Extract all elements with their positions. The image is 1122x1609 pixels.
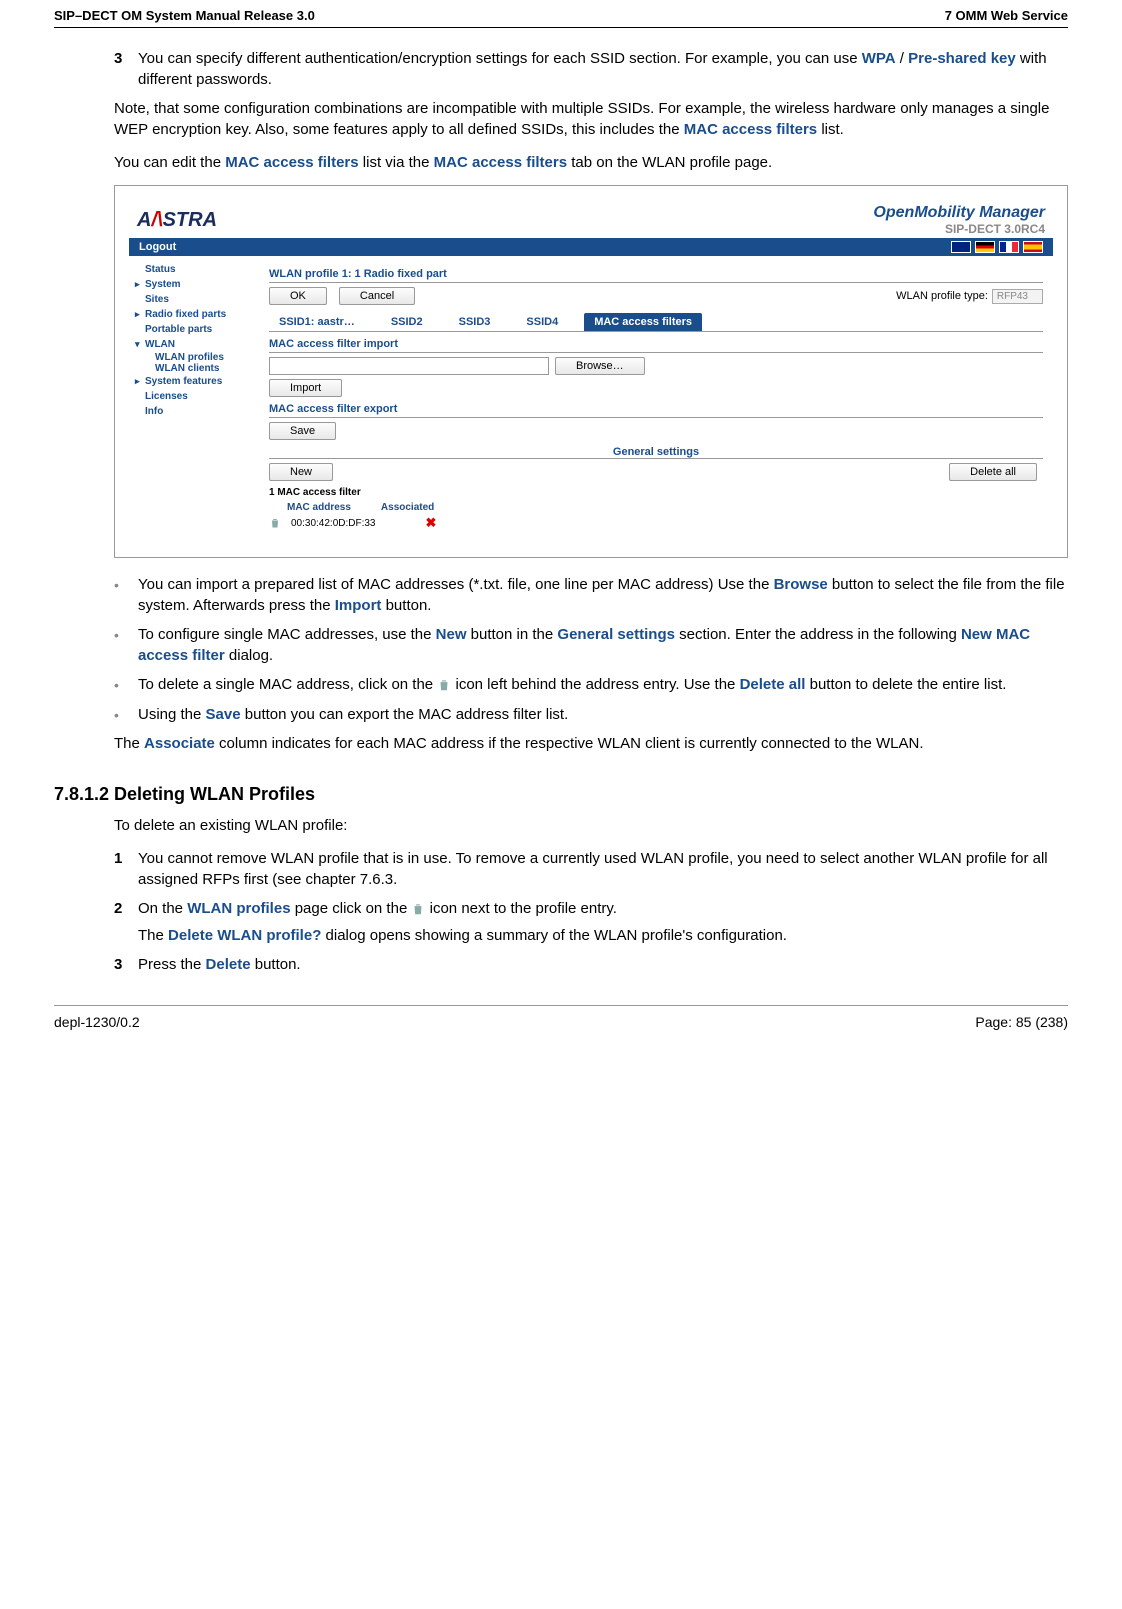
bullet-marker: •	[114, 704, 138, 726]
bullet-new: • To configure single MAC addresses, use…	[114, 624, 1068, 666]
cancel-button[interactable]: Cancel	[339, 287, 415, 305]
mac-address-value: 00:30:42:0D:DF:33	[291, 518, 376, 529]
para-edit: You can edit the MAC access filters list…	[114, 152, 1068, 173]
language-flags	[951, 241, 1043, 253]
tab-ssid1[interactable]: SSID1: aastr…	[269, 313, 365, 331]
bullet-marker: •	[114, 574, 138, 616]
export-heading: MAC access filter export	[269, 403, 1043, 418]
tab-mac-access-filters[interactable]: MAC access filters	[584, 313, 702, 331]
sidebar-item-status[interactable]: Status	[133, 262, 255, 277]
omm-screenshot: A/\STRA OpenMobility Manager SIP-DECT 3.…	[114, 185, 1068, 558]
ssid-tabs: SSID1: aastr… SSID2 SSID3 SSID4 MAC acce…	[269, 313, 1043, 332]
delete-all-link: Delete all	[740, 676, 806, 693]
trash-icon	[411, 902, 425, 916]
header-right: 7 OMM Web Service	[945, 8, 1068, 23]
col-associated: Associated	[381, 502, 434, 513]
profile-type-label: WLAN profile type:	[896, 290, 988, 302]
browse-link: Browse	[774, 576, 828, 593]
wlan-profiles-link: WLAN profiles	[187, 900, 290, 917]
ok-button[interactable]: OK	[269, 287, 327, 305]
app-title: OpenMobility Manager SIP-DECT 3.0RC4	[873, 204, 1045, 236]
filter-count-label: 1 MAC access filter	[269, 487, 1043, 498]
delete-link: Delete	[206, 956, 251, 973]
sidebar-item-pp[interactable]: Portable parts	[133, 322, 255, 337]
col-mac-address: MAC address	[287, 502, 351, 513]
delete-step-3: 3 Press the Delete button.	[114, 954, 1068, 975]
top-bar: Logout	[129, 238, 1053, 256]
psk-link: Pre-shared key	[908, 50, 1016, 67]
tab-ssid3[interactable]: SSID3	[449, 313, 501, 331]
bullet-import: • You can import a prepared list of MAC …	[114, 574, 1068, 616]
heading-title: Deleting WLAN Profiles	[114, 784, 315, 805]
sidebar-item-wlan[interactable]: WLAN	[133, 337, 255, 352]
sidebar-item-rfp[interactable]: Radio fixed parts	[133, 307, 255, 322]
page-footer: depl-1230/0.2 Page: 85 (238)	[54, 1005, 1068, 1038]
flag-es-icon[interactable]	[1023, 241, 1043, 253]
new-button[interactable]: New	[269, 463, 333, 481]
save-link: Save	[206, 706, 241, 723]
browse-button[interactable]: Browse…	[555, 357, 645, 375]
save-button[interactable]: Save	[269, 422, 336, 440]
mac-filters-link: MAC access filters	[225, 154, 358, 171]
wpa-link: WPA	[862, 50, 896, 67]
header-left: SIP–DECT OM System Manual Release 3.0	[54, 8, 315, 23]
general-settings-link: General settings	[557, 626, 675, 643]
delete-all-button[interactable]: Delete all	[949, 463, 1037, 481]
import-link: Import	[335, 597, 382, 614]
footer-right: Page: 85 (238)	[975, 1014, 1068, 1030]
tab-ssid2[interactable]: SSID2	[381, 313, 433, 331]
delete-step-1: 1 You cannot remove WLAN profile that is…	[114, 848, 1068, 890]
mac-filters-link: MAC access filters	[684, 121, 817, 138]
flag-fr-icon[interactable]	[999, 241, 1019, 253]
delete-wlan-profile-link: Delete WLAN profile?	[168, 927, 321, 944]
sidebar-item-licenses[interactable]: Licenses	[133, 389, 255, 404]
section-heading: 7.8.1.2 Deleting WLAN Profiles	[114, 784, 1068, 805]
sidebar-item-wlan-clients[interactable]: WLAN clients	[133, 363, 255, 374]
sidebar-item-wlan-profiles[interactable]: WLAN profiles	[133, 352, 255, 363]
import-heading: MAC access filter import	[269, 338, 1043, 353]
profile-type-select[interactable]: RFP43	[992, 289, 1043, 304]
mac-table-header: MAC address Associated	[269, 502, 1043, 513]
item-number: 3	[114, 48, 138, 90]
sidebar-item-system-features[interactable]: System features	[133, 374, 255, 389]
item-text: You can specify different authentication…	[138, 48, 1068, 90]
heading-number: 7.8.1.2	[54, 784, 114, 805]
page-header: SIP–DECT OM System Manual Release 3.0 7 …	[54, 0, 1068, 28]
footer-left: depl-1230/0.2	[54, 1014, 140, 1030]
bullet-delete: • To delete a single MAC address, click …	[114, 674, 1068, 696]
bullet-marker: •	[114, 674, 138, 696]
sidebar-item-info[interactable]: Info	[133, 404, 255, 419]
file-path-input[interactable]	[269, 357, 549, 375]
mac-filters-tab-link: MAC access filters	[434, 154, 567, 171]
para-delete-intro: To delete an existing WLAN profile:	[114, 815, 1068, 836]
general-settings-heading: General settings	[269, 446, 1043, 459]
sidebar-item-system[interactable]: System	[133, 277, 255, 292]
flag-de-icon[interactable]	[975, 241, 995, 253]
aastra-logo: A/\STRA	[137, 209, 217, 232]
main-panel: WLAN profile 1: 1 Radio fixed part OK Ca…	[259, 256, 1053, 543]
sidebar-item-sites[interactable]: Sites	[133, 292, 255, 307]
numbered-item-3: 3 You can specify different authenticati…	[114, 48, 1068, 90]
trash-icon[interactable]	[269, 517, 281, 529]
not-associated-icon: ✖	[426, 515, 437, 531]
import-button[interactable]: Import	[269, 379, 342, 397]
bullet-save: • Using the Save button you can export t…	[114, 704, 1068, 726]
logout-link[interactable]: Logout	[139, 241, 176, 253]
flag-uk-icon[interactable]	[951, 241, 971, 253]
sidebar: Status System Sites Radio fixed parts Po…	[129, 256, 259, 543]
profile-heading: WLAN profile 1: 1 Radio fixed part	[269, 268, 1043, 283]
delete-step-2: 2 On the WLAN profiles page click on the…	[114, 898, 1068, 946]
tab-ssid4[interactable]: SSID4	[516, 313, 568, 331]
para-note: Note, that some configuration combinatio…	[114, 98, 1068, 140]
trash-icon	[437, 678, 451, 692]
para-associate: The Associate column indicates for each …	[114, 733, 1068, 754]
bullet-marker: •	[114, 624, 138, 666]
new-link: New	[436, 626, 467, 643]
associate-link: Associate	[144, 735, 215, 752]
mac-table-row: 00:30:42:0D:DF:33 ✖	[269, 513, 1043, 533]
